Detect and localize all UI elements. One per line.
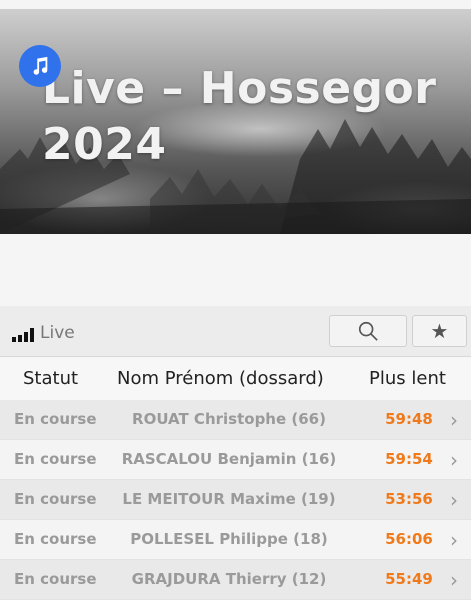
column-header-name[interactable]: Nom Prénom (dossard) bbox=[117, 368, 324, 389]
table-row[interactable]: En course RASCALOU Benjamin (16) 59:54 › bbox=[0, 440, 471, 480]
signal-bars-icon bbox=[12, 328, 36, 342]
live-indicator: Live bbox=[12, 324, 75, 342]
row-name: LE MEITOUR Maxime (19) bbox=[122, 490, 336, 508]
table-row[interactable]: En course ROUAT Christophe (66) 59:48 › bbox=[0, 400, 471, 440]
row-name: RASCALOU Benjamin (16) bbox=[121, 450, 337, 468]
search-icon bbox=[358, 321, 378, 341]
favorites-button[interactable]: ★ bbox=[412, 315, 467, 347]
star-icon: ★ bbox=[430, 319, 449, 343]
live-label: Live bbox=[40, 323, 75, 343]
toolbar: Live ★ bbox=[0, 306, 471, 356]
column-header-slowest[interactable]: Plus lent bbox=[369, 368, 446, 389]
page-title: Live – Hossegor 2024 bbox=[42, 63, 437, 170]
row-time: 53:56 bbox=[385, 490, 433, 508]
table-row[interactable]: En course LE MEITOUR Maxime (19) 53:56 › bbox=[0, 480, 471, 520]
table-header: Statut Nom Prénom (dossard) Plus lent bbox=[0, 356, 471, 401]
row-time: 55:49 bbox=[385, 570, 433, 588]
table-row[interactable]: En course GRAJDURA Thierry (12) 55:49 › bbox=[0, 560, 471, 600]
chevron-right-icon: › bbox=[450, 488, 458, 512]
row-status: En course bbox=[14, 530, 97, 548]
row-time: 56:06 bbox=[385, 530, 433, 548]
results-list: En course ROUAT Christophe (66) 59:48 › … bbox=[0, 400, 471, 600]
search-button[interactable] bbox=[329, 315, 407, 347]
row-status: En course bbox=[14, 490, 97, 508]
chevron-right-icon: › bbox=[450, 448, 458, 472]
music-button[interactable] bbox=[19, 45, 61, 87]
chevron-right-icon: › bbox=[450, 528, 458, 552]
chevron-right-icon: › bbox=[450, 568, 458, 592]
hero-banner: Live – Hossegor 2024 bbox=[0, 9, 471, 234]
table-row[interactable]: En course POLLESEL Philippe (18) 56:06 › bbox=[0, 520, 471, 560]
row-name: GRAJDURA Thierry (12) bbox=[131, 570, 327, 588]
row-time: 59:48 bbox=[385, 410, 433, 428]
column-header-status[interactable]: Statut bbox=[23, 368, 78, 389]
row-time: 59:54 bbox=[385, 450, 433, 468]
row-status: En course bbox=[14, 450, 97, 468]
row-name: POLLESEL Philippe (18) bbox=[130, 530, 328, 548]
chevron-right-icon: › bbox=[450, 408, 458, 432]
row-name: ROUAT Christophe (66) bbox=[132, 410, 326, 428]
music-note-icon bbox=[33, 56, 48, 75]
row-status: En course bbox=[14, 570, 97, 588]
row-status: En course bbox=[14, 410, 97, 428]
